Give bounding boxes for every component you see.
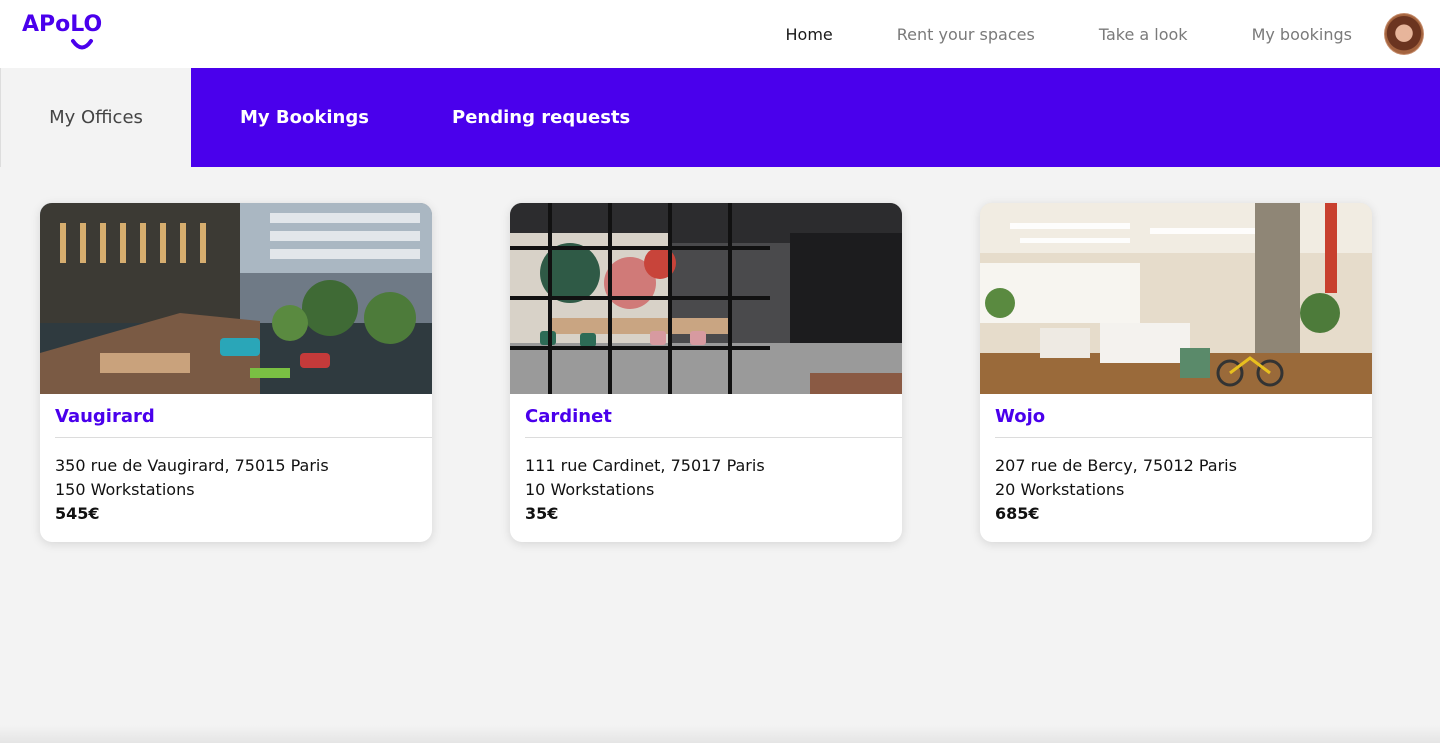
office-price: 35€: [525, 504, 559, 523]
atrium-office-photo: [40, 203, 432, 394]
nav-take-a-look[interactable]: Take a look: [1099, 25, 1188, 44]
smile-icon: [71, 39, 93, 50]
office-card[interactable]: Vaugirard 350 rue de Vaugirard, 75015 Pa…: [40, 203, 432, 542]
meeting-room-photo: [510, 203, 902, 394]
open-space-photo: [980, 203, 1372, 394]
office-card[interactable]: Cardinet 111 rue Cardinet, 75017 Paris 1…: [510, 203, 902, 542]
office-address: 111 rue Cardinet, 75017 Paris: [525, 456, 765, 475]
office-price: 545€: [55, 504, 100, 523]
office-name[interactable]: Wojo: [995, 406, 1045, 427]
bottom-shadow: [0, 725, 1440, 743]
main-nav: Home Rent your spaces Take a look My boo…: [786, 0, 1440, 68]
divider: [995, 437, 1372, 438]
tab-my-bookings[interactable]: My Bookings: [240, 68, 369, 167]
divider: [55, 437, 432, 438]
nav-home[interactable]: Home: [786, 25, 833, 44]
office-workstations: 10 Workstations: [525, 480, 655, 499]
nav-rent-your-spaces[interactable]: Rent your spaces: [897, 25, 1035, 44]
tabs-bar: My Offices My Bookings Pending requests: [0, 68, 1440, 167]
nav-my-bookings[interactable]: My bookings: [1252, 25, 1352, 44]
top-navigation-bar: APoLO Home Rent your spaces Take a look …: [0, 0, 1440, 68]
office-workstations: 150 Workstations: [55, 480, 195, 499]
office-address: 350 rue de Vaugirard, 75015 Paris: [55, 456, 329, 475]
office-workstations: 20 Workstations: [995, 480, 1125, 499]
office-name[interactable]: Vaugirard: [55, 406, 155, 427]
user-avatar[interactable]: [1384, 13, 1424, 55]
office-card[interactable]: Wojo 207 rue de Bercy, 75012 Paris 20 Wo…: [980, 203, 1372, 542]
tab-pending-requests[interactable]: Pending requests: [452, 68, 630, 167]
logo-text: APoLO: [22, 12, 103, 37]
office-price: 685€: [995, 504, 1040, 523]
tab-my-offices[interactable]: My Offices: [0, 68, 191, 167]
divider: [525, 437, 902, 438]
apolo-logo[interactable]: APoLO: [22, 12, 114, 54]
office-address: 207 rue de Bercy, 75012 Paris: [995, 456, 1237, 475]
office-name[interactable]: Cardinet: [525, 406, 612, 427]
